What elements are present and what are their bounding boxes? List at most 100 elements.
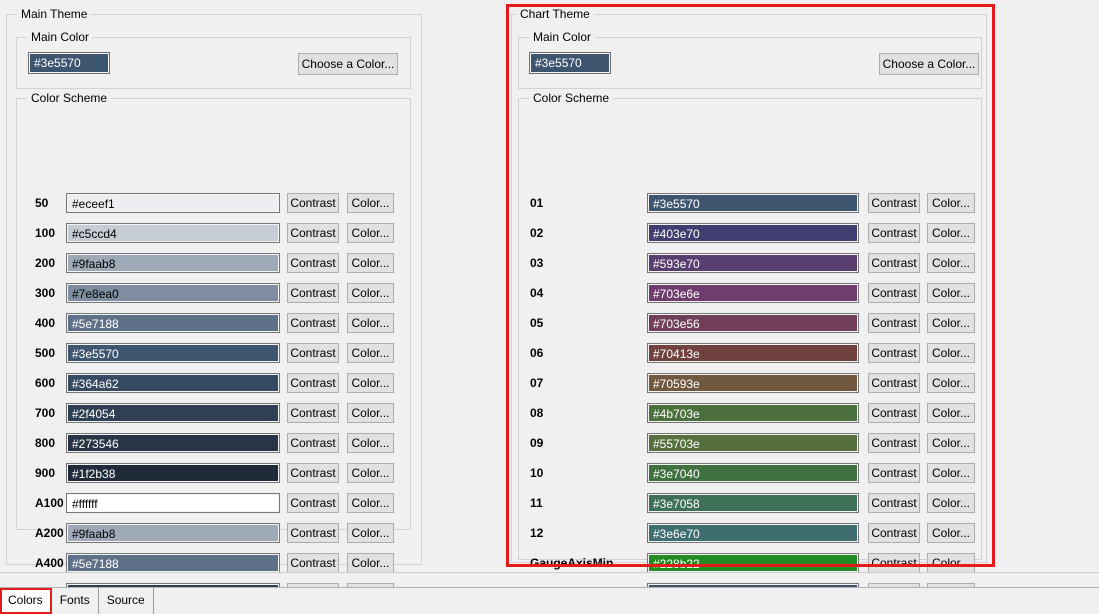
contrast-button[interactable]: Contrast [868, 223, 920, 243]
contrast-button[interactable]: Contrast [287, 373, 339, 393]
color-picker-button[interactable]: Color... [347, 403, 394, 423]
contrast-button[interactable]: Contrast [868, 253, 920, 273]
contrast-button[interactable]: Contrast [868, 493, 920, 513]
contrast-button[interactable]: Contrast [868, 403, 920, 423]
color-picker-button[interactable]: Color... [347, 373, 394, 393]
color-value-field[interactable]: #eceef1 [66, 193, 280, 213]
color-value-field[interactable]: #2f4054 [66, 403, 280, 423]
color-value-field[interactable]: #5e7188 [66, 313, 280, 333]
color-scheme-row-label: 03 [530, 253, 647, 273]
contrast-button[interactable]: Contrast [868, 313, 920, 333]
color-picker-button[interactable]: Color... [347, 433, 394, 453]
color-scheme-row: 300#7e8ea0ContrastColor... [35, 283, 410, 303]
contrast-button[interactable]: Contrast [287, 343, 339, 363]
color-scheme-row-label: 400 [35, 313, 66, 333]
color-value-field[interactable]: #70413e [647, 343, 859, 363]
contrast-button[interactable]: Contrast [868, 433, 920, 453]
choose-color-button[interactable]: Choose a Color... [879, 53, 979, 75]
color-picker-button[interactable]: Color... [927, 433, 975, 453]
color-value-field[interactable]: #1f2b38 [66, 463, 280, 483]
contrast-button[interactable]: Contrast [868, 373, 920, 393]
color-picker-button[interactable]: Color... [927, 313, 975, 333]
color-scheme-row: 100#c5ccd4ContrastColor... [35, 223, 410, 243]
color-picker-button[interactable]: Color... [927, 553, 975, 573]
theme-editor-window: Main Theme Main Color #3e5570 Choose a C… [0, 0, 1099, 614]
tab-colors[interactable]: Colors [0, 588, 52, 614]
color-value-field[interactable]: #228b22 [647, 553, 859, 573]
color-picker-button[interactable]: Color... [927, 373, 975, 393]
color-picker-button[interactable]: Color... [347, 463, 394, 483]
color-picker-button[interactable]: Color... [927, 223, 975, 243]
contrast-button[interactable]: Contrast [287, 193, 339, 213]
color-picker-button[interactable]: Color... [927, 253, 975, 273]
color-picker-button[interactable]: Color... [347, 313, 394, 333]
color-scheme-group-title: Color Scheme [529, 91, 613, 105]
color-scheme-row-label: 10 [530, 463, 647, 483]
color-picker-button[interactable]: Color... [927, 193, 975, 213]
contrast-button[interactable]: Contrast [287, 523, 339, 543]
color-value-field[interactable]: #3e5570 [66, 343, 280, 363]
color-value-field[interactable]: #3e6e70 [647, 523, 859, 543]
color-value-field[interactable]: #4b703e [647, 403, 859, 423]
color-value-field[interactable]: #593e70 [647, 253, 859, 273]
bottom-tab-bar: ColorsFontsSource [0, 587, 1099, 614]
main-color-group-title: Main Color [529, 30, 595, 44]
color-value-field[interactable]: #3e7058 [647, 493, 859, 513]
color-value-field[interactable]: #9faab8 [66, 523, 280, 543]
contrast-button[interactable]: Contrast [868, 193, 920, 213]
main-color-field[interactable]: #3e5570 [28, 52, 110, 74]
color-value-field[interactable]: #5e7188 [66, 553, 280, 573]
color-picker-button[interactable]: Color... [347, 493, 394, 513]
contrast-button[interactable]: Contrast [287, 493, 339, 513]
color-value-field[interactable]: #55703e [647, 433, 859, 453]
contrast-button[interactable]: Contrast [287, 553, 339, 573]
contrast-button[interactable]: Contrast [287, 283, 339, 303]
color-picker-button[interactable]: Color... [347, 223, 394, 243]
color-picker-button[interactable]: Color... [347, 343, 394, 363]
color-value-field[interactable]: #7e8ea0 [66, 283, 280, 303]
color-value-field[interactable]: #c5ccd4 [66, 223, 280, 243]
color-value-field[interactable]: #3e7040 [647, 463, 859, 483]
color-value-field[interactable]: #3e5570 [647, 193, 859, 213]
contrast-button[interactable]: Contrast [868, 523, 920, 543]
contrast-button[interactable]: Contrast [287, 253, 339, 273]
contrast-button[interactable]: Contrast [868, 343, 920, 363]
color-picker-button[interactable]: Color... [347, 523, 394, 543]
tab-source[interactable]: Source [99, 588, 154, 614]
color-value-field[interactable]: #403e70 [647, 223, 859, 243]
contrast-button[interactable]: Contrast [868, 463, 920, 483]
color-picker-button[interactable]: Color... [927, 283, 975, 303]
color-scheme-row-label: 05 [530, 313, 647, 333]
color-scheme-row: 03#593e70 Contrast Color... [530, 253, 981, 273]
contrast-button[interactable]: Contrast [287, 463, 339, 483]
color-picker-button[interactable]: Color... [347, 193, 394, 213]
color-value-field[interactable]: #273546 [66, 433, 280, 453]
contrast-button[interactable]: Contrast [868, 553, 920, 573]
main-color-group-title: Main Color [27, 30, 93, 44]
color-scheme-rows: 50#eceef1ContrastColor...100#c5ccd4Contr… [35, 193, 410, 613]
contrast-button[interactable]: Contrast [287, 403, 339, 423]
color-value-field[interactable]: #70593e [647, 373, 859, 393]
color-picker-button[interactable]: Color... [927, 493, 975, 513]
color-picker-button[interactable]: Color... [347, 253, 394, 273]
color-value-field[interactable]: #ffffff [66, 493, 280, 513]
tab-fonts[interactable]: Fonts [52, 588, 99, 614]
color-picker-button[interactable]: Color... [927, 343, 975, 363]
color-scheme-row: 800#273546ContrastColor... [35, 433, 410, 453]
color-scheme-row-label: 07 [530, 373, 647, 393]
contrast-button[interactable]: Contrast [287, 433, 339, 453]
color-picker-button[interactable]: Color... [927, 403, 975, 423]
color-picker-button[interactable]: Color... [347, 553, 394, 573]
choose-color-button[interactable]: Choose a Color... [298, 53, 398, 75]
contrast-button[interactable]: Contrast [868, 283, 920, 303]
main-color-field[interactable]: #3e5570 [529, 52, 611, 74]
contrast-button[interactable]: Contrast [287, 313, 339, 333]
color-picker-button[interactable]: Color... [927, 463, 975, 483]
color-picker-button[interactable]: Color... [927, 523, 975, 543]
color-value-field[interactable]: #364a62 [66, 373, 280, 393]
color-value-field[interactable]: #703e56 [647, 313, 859, 333]
contrast-button[interactable]: Contrast [287, 223, 339, 243]
color-value-field[interactable]: #703e6e [647, 283, 859, 303]
color-value-field[interactable]: #9faab8 [66, 253, 280, 273]
color-picker-button[interactable]: Color... [347, 283, 394, 303]
